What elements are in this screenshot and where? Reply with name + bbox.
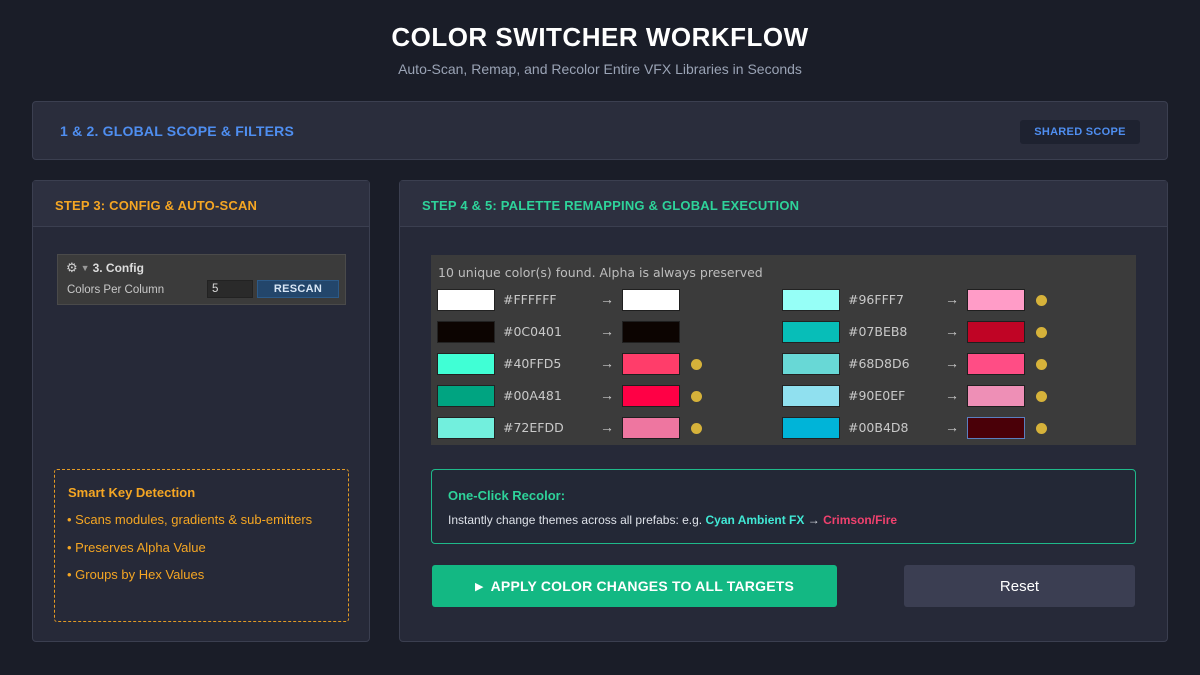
target-color-swatch[interactable] [967, 321, 1025, 343]
apply-color-changes-button[interactable]: ▶ APPLY COLOR CHANGES TO ALL TARGETS [432, 565, 837, 607]
shared-scope-badge: SHARED SCOPE [1020, 120, 1140, 144]
palette-panel-title: STEP 4 & 5: PALETTE REMAPPING & GLOBAL E… [422, 198, 800, 213]
smart-key-item: • Scans modules, gradients & sub-emitter… [67, 512, 313, 527]
palette-row: #72EFDD → [437, 417, 717, 441]
foldout-triangle-icon: ▼ [80, 263, 90, 273]
changed-indicator-dot [691, 359, 702, 370]
source-color-swatch [437, 353, 495, 375]
hex-label: #72EFDD [503, 420, 564, 435]
changed-indicator-dot [1036, 295, 1047, 306]
hex-label: #07BEB8 [848, 324, 908, 339]
config-panel: STEP 3: CONFIG & AUTO-SCAN ⚙ ▼ 3. Config… [32, 180, 370, 642]
hex-label: #40FFD5 [503, 356, 562, 371]
remap-arrow-icon: → [600, 323, 614, 339]
changed-indicator-dot [1036, 327, 1047, 338]
source-color-swatch [437, 385, 495, 407]
hex-label: #96FFF7 [848, 292, 904, 307]
theme-arrow: → [804, 513, 824, 527]
palette-remap-list: 10 unique color(s) found. Alpha is alway… [431, 255, 1136, 445]
target-color-swatch[interactable] [622, 417, 680, 439]
hex-label: #0C0401 [503, 324, 562, 339]
hex-label: #90E0EF [848, 388, 906, 403]
palette-panel: STEP 4 & 5: PALETTE REMAPPING & GLOBAL E… [399, 180, 1168, 642]
config-inspector: ⚙ ▼ 3. Config Colors Per Column 5 RESCAN [57, 254, 346, 305]
source-color-swatch [782, 417, 840, 439]
changed-indicator-dot [1036, 359, 1047, 370]
palette-row: #07BEB8 → [782, 321, 1062, 345]
remap-arrow-icon: → [945, 291, 959, 307]
changed-indicator-dot [691, 423, 702, 434]
play-icon: ▶ [474, 580, 484, 593]
hex-label: #00B4D8 [848, 420, 909, 435]
source-color-swatch [782, 289, 840, 311]
target-color-swatch[interactable] [622, 289, 680, 311]
palette-row: #0C0401 → [437, 321, 717, 345]
apply-label: APPLY COLOR CHANGES TO ALL TARGETS [490, 578, 795, 594]
scope-title: 1 & 2. GLOBAL SCOPE & FILTERS [60, 123, 294, 139]
palette-row: #FFFFFF → [437, 289, 717, 313]
source-color-swatch [782, 321, 840, 343]
config-header-label: 3. Config [92, 261, 144, 275]
hex-label: #00A481 [503, 388, 562, 403]
remap-arrow-icon: → [945, 419, 959, 435]
palette-summary: 10 unique color(s) found. Alpha is alway… [438, 265, 763, 280]
one-click-recolor-box: One-Click Recolor: Instantly change them… [431, 469, 1136, 544]
changed-indicator-dot [1036, 423, 1047, 434]
page-title: COLOR SWITCHER WORKFLOW [391, 22, 809, 52]
recolor-description: Instantly change themes across all prefa… [448, 513, 897, 527]
target-color-swatch[interactable] [967, 353, 1025, 375]
reset-button[interactable]: Reset [904, 565, 1135, 607]
config-foldout[interactable]: ⚙ ▼ 3. Config [66, 260, 144, 275]
source-color-swatch [437, 289, 495, 311]
global-scope-panel: 1 & 2. GLOBAL SCOPE & FILTERS SHARED SCO… [32, 101, 1168, 160]
palette-row: #40FFD5 → [437, 353, 717, 377]
page-subtitle: Auto-Scan, Remap, and Recolor Entire VFX… [398, 61, 802, 77]
gear-icon: ⚙ [66, 260, 78, 275]
palette-row: #00B4D8 → [782, 417, 1062, 441]
palette-row: #68D8D6 → [782, 353, 1062, 377]
changed-indicator-dot [691, 391, 702, 402]
smart-key-detection-box: Smart Key Detection • Scans modules, gra… [54, 469, 349, 622]
target-color-swatch[interactable] [967, 417, 1025, 439]
recolor-title: One-Click Recolor: [448, 488, 566, 503]
hex-label: #68D8D6 [848, 356, 910, 371]
source-color-swatch [782, 353, 840, 375]
remap-arrow-icon: → [600, 419, 614, 435]
smart-key-item: • Preserves Alpha Value [67, 540, 206, 555]
rescan-button[interactable]: RESCAN [257, 280, 339, 298]
remap-arrow-icon: → [600, 355, 614, 371]
target-color-swatch[interactable] [622, 385, 680, 407]
target-color-swatch[interactable] [967, 385, 1025, 407]
remap-arrow-icon: → [945, 323, 959, 339]
palette-panel-header: STEP 4 & 5: PALETTE REMAPPING & GLOBAL E… [400, 181, 1167, 227]
config-panel-header: STEP 3: CONFIG & AUTO-SCAN [33, 181, 369, 227]
hex-label: #FFFFFF [503, 292, 557, 307]
recolor-prefix: Instantly change themes across all prefa… [448, 513, 706, 527]
source-color-swatch [782, 385, 840, 407]
smart-key-item: • Groups by Hex Values [67, 567, 205, 582]
smart-key-title: Smart Key Detection [68, 485, 196, 500]
to-theme: Crimson/Fire [823, 513, 898, 527]
config-panel-title: STEP 3: CONFIG & AUTO-SCAN [55, 198, 258, 213]
remap-arrow-icon: → [945, 387, 959, 403]
source-color-swatch [437, 417, 495, 439]
changed-indicator-dot [1036, 391, 1047, 402]
target-color-swatch[interactable] [967, 289, 1025, 311]
target-color-swatch[interactable] [622, 353, 680, 375]
colors-per-column-label: Colors Per Column [67, 284, 165, 296]
remap-arrow-icon: → [945, 355, 959, 371]
remap-arrow-icon: → [600, 387, 614, 403]
colors-per-column-field[interactable]: 5 [207, 280, 253, 298]
palette-row: #90E0EF → [782, 385, 1062, 409]
palette-row: #96FFF7 → [782, 289, 1062, 313]
palette-row: #00A481 → [437, 385, 717, 409]
from-theme: Cyan Ambient FX [705, 513, 805, 527]
remap-arrow-icon: → [600, 291, 614, 307]
source-color-swatch [437, 321, 495, 343]
target-color-swatch[interactable] [622, 321, 680, 343]
